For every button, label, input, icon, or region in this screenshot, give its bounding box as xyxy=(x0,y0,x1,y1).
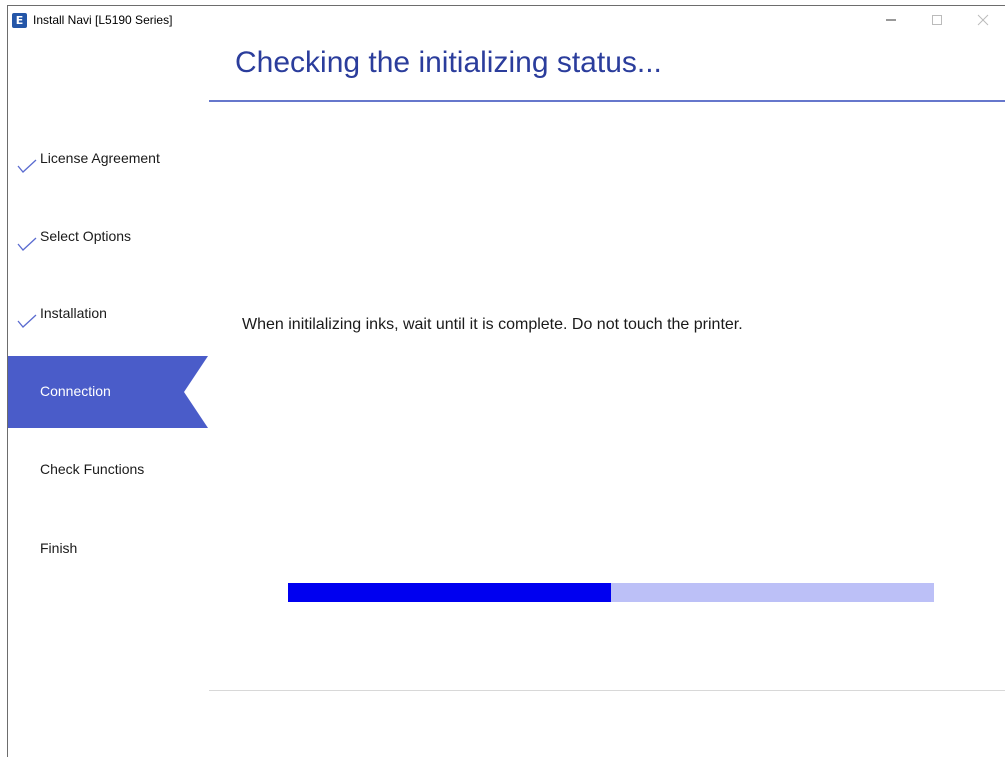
checkmark-icon xyxy=(17,237,37,251)
progress-bar-fill xyxy=(288,583,611,602)
title-bar: E Install Navi [L5190 Series] xyxy=(8,6,1005,34)
footer-divider xyxy=(209,690,1005,691)
step-label: Select Options xyxy=(40,228,132,244)
step-label: License Agreement xyxy=(40,150,160,166)
step-finish: Finish xyxy=(8,513,208,585)
step-label: Connection xyxy=(40,383,111,399)
step-connection: Connection xyxy=(8,356,208,428)
progress-bar xyxy=(288,583,934,602)
step-select-options: Select Options xyxy=(8,196,208,268)
close-button[interactable] xyxy=(960,6,1005,34)
minimize-icon xyxy=(886,19,896,21)
page-title: Checking the initializing status... xyxy=(235,46,662,79)
status-message: When initilalizing inks, wait until it i… xyxy=(242,316,743,333)
step-check-functions: Check Functions xyxy=(8,434,208,506)
maximize-icon xyxy=(932,15,942,25)
minimize-button[interactable] xyxy=(868,6,914,34)
step-label: Finish xyxy=(40,540,78,556)
step-license-agreement: License Agreement xyxy=(8,117,208,189)
steps-sidebar: License Agreement Select Options Install… xyxy=(8,35,208,757)
app-icon: E xyxy=(12,12,27,28)
close-icon xyxy=(977,14,989,26)
step-label: Installation xyxy=(40,305,107,321)
step-label: Check Functions xyxy=(40,461,145,477)
checkmark-icon xyxy=(17,314,37,328)
step-installation: Installation xyxy=(8,273,208,345)
checkmark-icon xyxy=(17,159,37,173)
installer-window: E Install Navi [L5190 Series] License Ag… xyxy=(7,5,1005,757)
header-divider xyxy=(209,100,1005,102)
maximize-button[interactable] xyxy=(914,6,960,34)
window-title: Install Navi [L5190 Series] xyxy=(33,13,173,27)
active-step-pointer xyxy=(184,356,208,428)
